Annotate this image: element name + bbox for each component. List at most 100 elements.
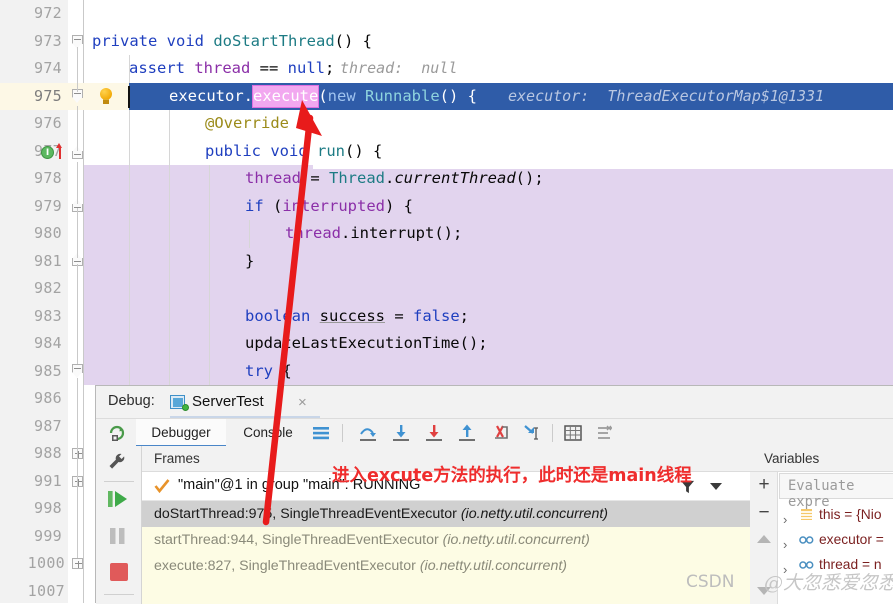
line-number: 984 bbox=[0, 330, 62, 358]
variable-row[interactable]: › executor = bbox=[779, 527, 893, 552]
line-number: 978 bbox=[0, 165, 62, 193]
debug-titlebar: Debug: ServerTest × bbox=[96, 386, 893, 418]
frame-method: doStartThread:975, SingleThreadEventExec… bbox=[154, 506, 457, 522]
scroll-up-button[interactable] bbox=[756, 534, 772, 548]
code-text: boolean success = false; bbox=[245, 303, 469, 331]
line-number: 998 bbox=[0, 495, 62, 523]
code-text: assert thread == null; bbox=[129, 55, 334, 83]
line-number: 982 bbox=[0, 275, 62, 303]
tab-debugger[interactable]: Debugger bbox=[136, 419, 226, 447]
pause-program-icon[interactable] bbox=[108, 526, 128, 546]
frame-method: execute:827, SingleThreadEventExecutor bbox=[154, 558, 416, 574]
highlighted-token: execute bbox=[253, 86, 318, 107]
inline-debug-hint: executor: ThreadExecutorMap$1@1331 bbox=[508, 83, 824, 111]
force-step-into-icon[interactable] bbox=[424, 424, 444, 442]
variable-label: this = {Nio bbox=[819, 502, 882, 527]
fold-connector bbox=[77, 106, 78, 151]
tab-console[interactable]: Console bbox=[231, 419, 305, 447]
field-icon bbox=[801, 509, 812, 520]
frame-package: (io.netty.util.concurrent) bbox=[420, 558, 567, 574]
fold-collapsed-marker[interactable] bbox=[72, 558, 83, 569]
object-icon bbox=[799, 536, 814, 544]
lightbulb-icon[interactable] bbox=[99, 88, 113, 106]
code-text: @Override bbox=[205, 110, 289, 138]
code-line[interactable]: 984 updateLastExecutionTime(); bbox=[0, 330, 893, 358]
remove-watch-button[interactable]: − bbox=[750, 502, 778, 524]
drop-frame-icon[interactable] bbox=[489, 424, 509, 442]
code-line[interactable]: 978 thread = Thread.currentThread(); bbox=[0, 165, 893, 193]
frame-method: startThread:944, SingleThreadEventExecut… bbox=[154, 532, 439, 548]
line-number: 988 bbox=[0, 440, 62, 468]
fold-connector bbox=[77, 208, 78, 258]
line-number: 973 bbox=[0, 28, 62, 56]
step-into-icon[interactable] bbox=[391, 424, 411, 442]
line-number: 983 bbox=[0, 303, 62, 331]
code-line-current[interactable]: 975 executor.execute(new Runnable() { ex… bbox=[0, 83, 893, 111]
watermark-csdn: CSDN bbox=[686, 572, 734, 592]
code-text: thread.interrupt(); bbox=[285, 220, 462, 248]
frame-package: (io.netty.util.concurrent) bbox=[443, 532, 590, 548]
stack-frames-list[interactable]: doStartThread:975, SingleThreadEventExec… bbox=[142, 501, 750, 604]
session-running-indicator bbox=[182, 404, 189, 411]
stop-program-icon[interactable] bbox=[109, 562, 129, 582]
code-text: try { bbox=[245, 358, 292, 386]
implemented-method-icon[interactable]: I bbox=[41, 146, 54, 159]
run-to-cursor-icon[interactable] bbox=[521, 424, 543, 442]
line-number: 974 bbox=[0, 55, 62, 83]
stack-frame-item[interactable]: execute:827, SingleThreadEventExecutor (… bbox=[142, 553, 750, 579]
stack-frame-item[interactable]: doStartThread:975, SingleThreadEventExec… bbox=[142, 501, 750, 527]
line-number: 976 bbox=[0, 110, 62, 138]
code-line[interactable]: 981 } bbox=[0, 248, 893, 276]
fold-connector bbox=[77, 378, 78, 558]
code-text: executor.execute(new Runnable() { bbox=[129, 83, 477, 111]
fold-connector bbox=[77, 47, 78, 92]
add-watch-button[interactable]: + bbox=[750, 474, 778, 496]
code-line[interactable]: 980 thread.interrupt(); bbox=[0, 220, 893, 248]
variables-title: Variables bbox=[764, 451, 819, 466]
code-line[interactable]: 983 boolean success = false; bbox=[0, 303, 893, 331]
mute-breakpoints-icon[interactable] bbox=[596, 425, 614, 441]
fold-connector bbox=[77, 264, 78, 364]
code-text: thread = Thread.currentThread(); bbox=[245, 165, 544, 193]
line-number: 999 bbox=[0, 523, 62, 551]
watermark-handle: @大忽悉爱忽悉 bbox=[764, 568, 893, 595]
check-icon bbox=[154, 478, 170, 494]
show-execution-point-icon[interactable] bbox=[312, 425, 330, 441]
variable-row[interactable]: › this = {Nio bbox=[779, 502, 893, 527]
code-line[interactable]: 974 assert thread == null; thread: null bbox=[0, 55, 893, 83]
chevron-down-icon[interactable] bbox=[710, 483, 722, 490]
code-line[interactable]: 982 bbox=[0, 275, 893, 303]
code-text: if (interrupted) { bbox=[245, 193, 413, 221]
resume-program-icon[interactable] bbox=[107, 489, 129, 509]
line-number: 1000 bbox=[0, 550, 65, 578]
line-number: 979 bbox=[0, 193, 62, 221]
code-line[interactable]: 979 if (interrupted) { bbox=[0, 193, 893, 221]
debug-window-label: Debug: bbox=[108, 393, 155, 409]
code-text: public void run() { bbox=[205, 138, 382, 166]
line-number: 975 bbox=[0, 83, 62, 111]
evaluate-expression-icon[interactable] bbox=[564, 425, 582, 441]
settings-wrench-icon[interactable] bbox=[107, 452, 129, 474]
step-out-icon[interactable] bbox=[457, 424, 477, 442]
frame-package: (io.netty.util.concurrent) bbox=[461, 506, 608, 522]
rerun-icon[interactable] bbox=[107, 423, 127, 443]
line-number: 987 bbox=[0, 413, 62, 441]
close-icon[interactable]: × bbox=[298, 394, 307, 411]
code-line[interactable]: 985 try { bbox=[0, 358, 893, 386]
evaluate-expression-input[interactable]: Evaluate expre bbox=[779, 473, 893, 499]
code-line[interactable]: 972 bbox=[0, 0, 893, 28]
stack-frame-item[interactable]: startThread:944, SingleThreadEventExecut… bbox=[142, 527, 750, 553]
overriding-method-arrow-icon[interactable] bbox=[55, 143, 64, 159]
code-text: } bbox=[245, 248, 254, 276]
line-number: 986 bbox=[0, 385, 62, 413]
line-number: 991 bbox=[0, 468, 62, 496]
code-line[interactable]: 977 I public void run() { bbox=[0, 138, 893, 166]
code-line[interactable]: 976 @Override bbox=[0, 110, 893, 138]
line-number: 980 bbox=[0, 220, 62, 248]
variables-header: Variables bbox=[750, 446, 893, 472]
line-number: 1007 bbox=[0, 578, 65, 605]
code-line[interactable]: 973 private void doStartThread() { bbox=[0, 28, 893, 56]
debugger-toolbar[interactable]: Debugger Console bbox=[96, 418, 893, 446]
debug-actions-rail[interactable] bbox=[96, 446, 142, 604]
step-over-icon[interactable] bbox=[358, 424, 378, 442]
